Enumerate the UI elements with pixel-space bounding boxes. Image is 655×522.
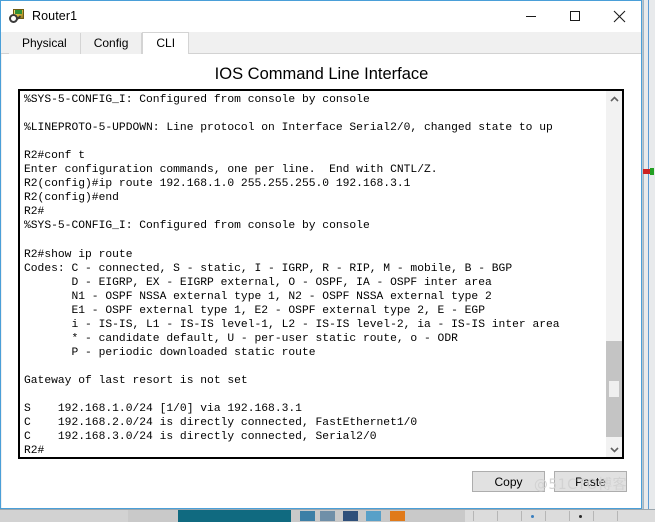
background-window-strip[interactable] <box>643 0 655 509</box>
chevron-down-icon <box>609 446 619 453</box>
tray-separator <box>473 511 474 521</box>
copy-button[interactable]: Copy <box>472 471 545 492</box>
taskbar-icon-2[interactable] <box>320 511 335 521</box>
minimize-button[interactable] <box>509 1 553 31</box>
terminal-output[interactable]: %SYS-5-CONFIG_I: Configured from console… <box>20 91 606 457</box>
taskbar-icon-5[interactable] <box>390 511 405 521</box>
tray-separator <box>497 511 498 521</box>
tab-physical[interactable]: Physical <box>9 33 81 54</box>
taskbar-active-task[interactable] <box>178 510 291 522</box>
tray-indicator-dot <box>579 515 582 518</box>
scrollbar-grip <box>609 381 619 397</box>
paste-button[interactable]: Paste <box>554 471 627 492</box>
window-controls <box>509 1 641 31</box>
background-marker-red-icon <box>643 169 650 174</box>
tray-indicator-dot <box>531 515 534 518</box>
scrollbar-thumb[interactable] <box>606 341 622 437</box>
minimize-icon <box>525 10 537 22</box>
background-window-divider <box>648 0 649 509</box>
taskbar[interactable] <box>0 509 655 522</box>
tab-strip: Physical Config CLI <box>1 32 641 54</box>
tray-separator <box>521 511 522 521</box>
router1-window: Router1 Physical Config CLI IOS Command … <box>0 0 642 509</box>
scroll-down-button[interactable] <box>606 441 622 457</box>
router-icon <box>9 8 25 24</box>
tray-separator <box>593 511 594 521</box>
tray-separator <box>569 511 570 521</box>
tab-cli[interactable]: CLI <box>142 32 190 54</box>
taskbar-icon-3[interactable] <box>343 511 358 521</box>
close-icon <box>613 10 626 23</box>
page-title: IOS Command Line Interface <box>214 65 429 83</box>
taskbar-icon-4[interactable] <box>366 511 381 521</box>
terminal-container: %SYS-5-CONFIG_I: Configured from console… <box>18 89 624 459</box>
chevron-up-icon <box>609 95 619 103</box>
title-bar[interactable]: Router1 <box>1 1 641 32</box>
tab-config[interactable]: Config <box>80 33 143 54</box>
terminal-scrollbar[interactable] <box>606 91 622 457</box>
maximize-icon <box>569 10 581 22</box>
window-title: Router1 <box>32 9 78 23</box>
taskbar-start-region[interactable] <box>0 510 128 522</box>
action-bar: Copy Paste <box>472 471 627 492</box>
taskbar-tray[interactable] <box>465 510 655 522</box>
tray-separator <box>545 511 546 521</box>
cli-panel: IOS Command Line Interface %SYS-5-CONFIG… <box>2 54 641 508</box>
background-marker-green-icon <box>650 168 654 175</box>
scroll-up-button[interactable] <box>606 91 622 107</box>
tray-separator <box>617 511 618 521</box>
maximize-button[interactable] <box>553 1 597 31</box>
taskbar-icon-1[interactable] <box>300 511 315 521</box>
close-button[interactable] <box>597 1 641 31</box>
